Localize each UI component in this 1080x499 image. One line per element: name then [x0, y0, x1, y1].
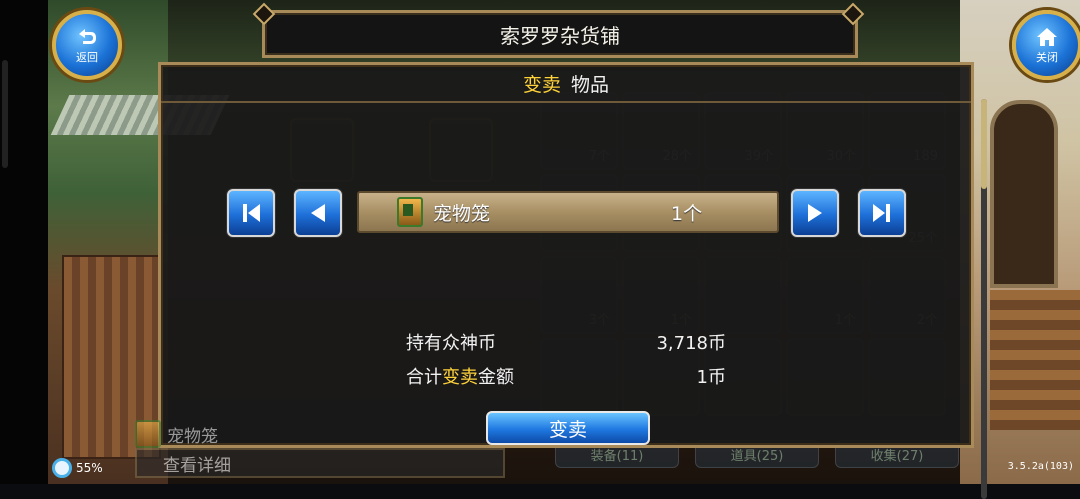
shop-title: 索罗罗杂货铺 — [500, 23, 620, 48]
back-button-label: 返回 — [76, 50, 98, 64]
version-label: 3.5.2a(103) — [1007, 461, 1074, 472]
close-button-label: 关闭 — [1036, 50, 1058, 64]
dialog-header-action: 变卖 — [522, 73, 561, 96]
total-sell-value: 1币 — [696, 367, 726, 388]
back-button[interactable]: 返回 — [52, 10, 122, 80]
scrollbar[interactable] — [981, 99, 987, 499]
holdings-value: 3,718币 — [656, 333, 726, 354]
dialog-header-object: 物品 — [571, 73, 610, 96]
battery-percent: 55% — [76, 461, 103, 475]
scrollbar-thumb[interactable] — [981, 99, 987, 189]
dialog-header: 变卖 物品 — [161, 65, 971, 103]
battery-indicator: 55% — [52, 458, 103, 478]
skip-first-icon — [243, 204, 260, 222]
last-item-button[interactable] — [858, 189, 906, 237]
item-quantity: 1个 — [671, 202, 703, 225]
selected-item-preview: 宠物笼 — [135, 420, 218, 448]
triangle-right-icon — [808, 204, 822, 222]
skip-last-icon — [873, 204, 890, 222]
total-sell-label: 合计变卖金额 — [406, 363, 514, 389]
return-arrow-icon — [79, 28, 96, 44]
next-item-button[interactable] — [791, 189, 839, 237]
triangle-left-icon — [311, 204, 325, 222]
pet-cage-small-icon — [135, 420, 161, 448]
holdings-label: 持有众神币 — [406, 333, 496, 354]
scene-bench — [990, 290, 1080, 430]
sell-button[interactable]: 变卖 — [486, 411, 650, 445]
selected-item-preview-name: 宠物笼 — [167, 426, 218, 447]
scene-arch-window — [990, 100, 1058, 288]
battery-icon — [52, 458, 72, 478]
previous-item-button[interactable] — [294, 189, 342, 237]
pet-cage-icon — [397, 197, 423, 227]
side-handle — [2, 60, 8, 168]
total-label-highlight: 变卖 — [442, 367, 478, 388]
total-label-prefix: 合计 — [406, 367, 442, 388]
total-label-suffix: 金额 — [478, 367, 514, 388]
view-detail-button[interactable]: 查看详细 — [135, 448, 505, 478]
shop-title-bar: 索罗罗杂货铺 — [262, 10, 858, 58]
sell-item-dialog: 变卖 物品 宠物笼 1个 持有众神币 3,718币 合计变卖金额 1币 变卖 — [158, 62, 987, 499]
home-icon — [1037, 27, 1057, 46]
device-left-bar — [0, 0, 48, 484]
selected-item-bar: 宠物笼 1个 — [357, 191, 779, 233]
first-item-button[interactable] — [227, 189, 275, 237]
close-button[interactable]: 关闭 — [1012, 10, 1080, 80]
item-name: 宠物笼 — [433, 202, 491, 225]
